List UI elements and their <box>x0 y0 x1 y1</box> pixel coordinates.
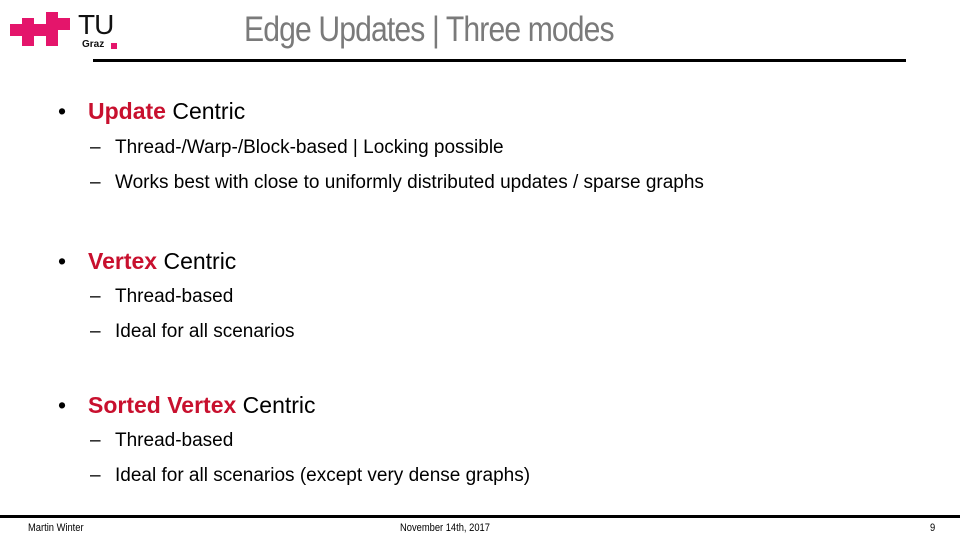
tu-graz-logo: TU Graz <box>10 9 117 52</box>
bullet-text: Centric <box>165 98 246 124</box>
bullet-highlight: Update <box>88 98 166 124</box>
dash-icon: – <box>90 321 101 342</box>
bullet-text: Centric <box>157 248 237 274</box>
logo-text: TU <box>78 9 114 40</box>
bullet-icon: • <box>58 392 67 418</box>
dash-icon: – <box>90 465 101 486</box>
bullet-icon: • <box>58 248 67 274</box>
sub-item: – Thread-based <box>90 286 233 308</box>
footer-author: Martin Winter <box>28 522 84 534</box>
page-number: 9 <box>930 522 936 534</box>
sub-item: – Thread-based <box>90 430 233 452</box>
dash-icon: – <box>90 430 101 451</box>
sub-item: – Thread-/Warp-/Block-based | Locking pos… <box>90 137 504 159</box>
bullet-sorted-vertex-centric: • Sorted Vertex Centric <box>58 392 316 419</box>
footer-divider <box>0 515 960 518</box>
bullet-vertex-centric: • Vertex Centric <box>58 248 236 275</box>
slide-title: Edge Updates | Three modes <box>244 10 615 49</box>
dash-icon: – <box>90 137 101 158</box>
dash-icon: – <box>90 172 101 193</box>
bullet-highlight: Sorted Vertex <box>88 392 237 418</box>
sub-text: Thread-based <box>115 430 234 451</box>
logo-subtext: Graz <box>82 39 105 50</box>
bullet-text: Centric <box>236 392 316 418</box>
bullet-highlight: Vertex <box>88 248 158 274</box>
dash-icon: – <box>90 286 101 307</box>
footer-date: November 14th, 2017 <box>400 522 490 534</box>
bullet-icon: • <box>58 98 67 124</box>
sub-item: – Ideal for all scenarios (except very de… <box>90 465 530 487</box>
sub-text: Ideal for all scenarios <box>115 321 295 342</box>
title-divider <box>93 59 906 62</box>
sub-item: – Ideal for all scenarios <box>90 321 295 343</box>
sub-text: Ideal for all scenarios (except very den… <box>115 465 531 486</box>
sub-text: Thread-based <box>115 286 234 307</box>
sub-item: – Works best with close to uniformly dist… <box>90 172 704 194</box>
bullet-update-centric: • Update Centric <box>58 98 245 125</box>
logo-dot <box>111 43 117 49</box>
sub-text: Thread-/Warp-/Block-based | Locking poss… <box>115 137 504 158</box>
sub-text: Works best with close to uniformly distr… <box>115 172 704 193</box>
